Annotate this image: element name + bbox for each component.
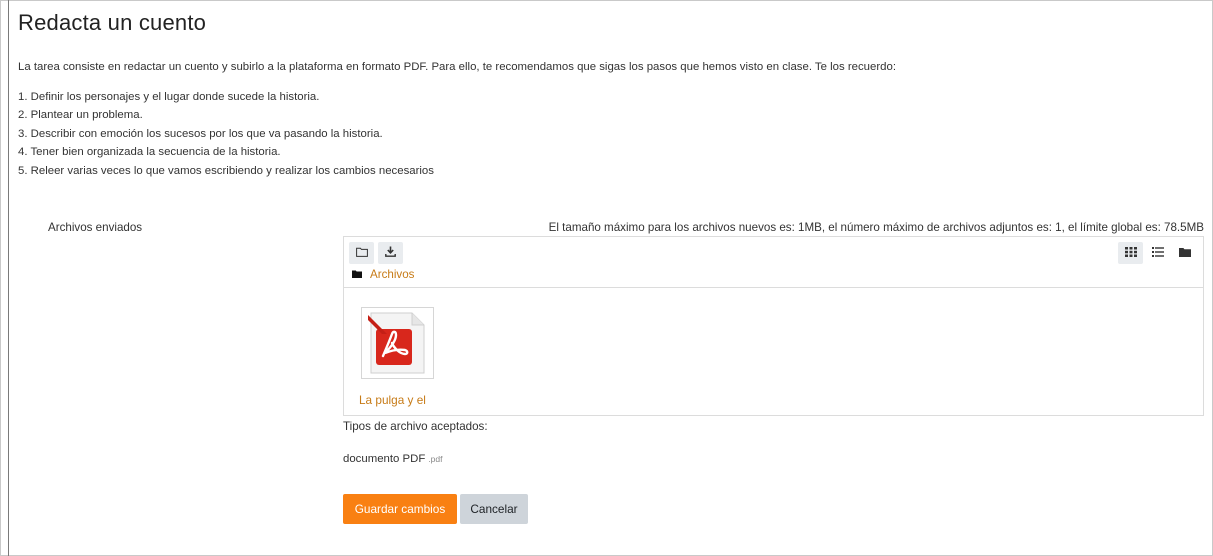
assignment-intro: La tarea consiste en redactar un cuento … [18,61,896,73]
step-item: 3. Describir con emoción los sucesos por… [18,127,383,140]
step-item: 2. Plantear un problema. [18,109,143,122]
accepted-type-extension: .pdf [428,454,443,464]
file-thumbnail[interactable] [361,307,434,379]
pdf-file-icon [367,312,427,380]
file-manager: Archivos La pulga y el [343,236,1204,416]
folder-view-icon [1178,244,1191,262]
folder-outline-icon [355,244,368,262]
accepted-types-label: Tipos de archivo aceptados: [343,420,488,433]
file-name-link[interactable]: La pulga y el [359,393,426,407]
submission-files-label: Archivos enviados [48,221,143,234]
page-title: Redacta un cuento [18,10,207,35]
file-manager-toolbar: Archivos [344,237,1203,288]
folder-icon [352,268,362,281]
accepted-type-name: documento PDF [343,453,426,465]
left-border [8,0,9,556]
accepted-type-item: documento PDF .pdf [343,453,443,465]
view-grid-button[interactable] [1118,242,1143,264]
cancel-button[interactable]: Cancelar [460,494,528,524]
add-file-button[interactable] [349,242,374,264]
view-tree-button[interactable] [1172,242,1197,264]
breadcrumb: Archivos [352,268,414,281]
view-list-button[interactable] [1145,242,1170,264]
download-icon [385,244,396,262]
breadcrumb-archivos-link[interactable]: Archivos [370,268,414,281]
step-item: 1. Definir los personajes y el lugar don… [18,91,320,103]
step-item: 4. Tener bien organizada la secuencia de… [18,146,281,159]
download-all-button[interactable] [378,242,403,264]
steps-list: 1. Definir los personajes y el lugar don… [18,91,434,183]
list-view-icon [1151,244,1164,262]
save-changes-button[interactable]: Guardar cambios [343,494,457,524]
step-item: 5. Releer varias veces lo que vamos escr… [18,164,434,177]
grid-view-icon [1124,244,1137,262]
file-limits-text: El tamaño máximo para los archivos nuevo… [548,221,1204,234]
file-manager-content: La pulga y el [344,289,1203,415]
